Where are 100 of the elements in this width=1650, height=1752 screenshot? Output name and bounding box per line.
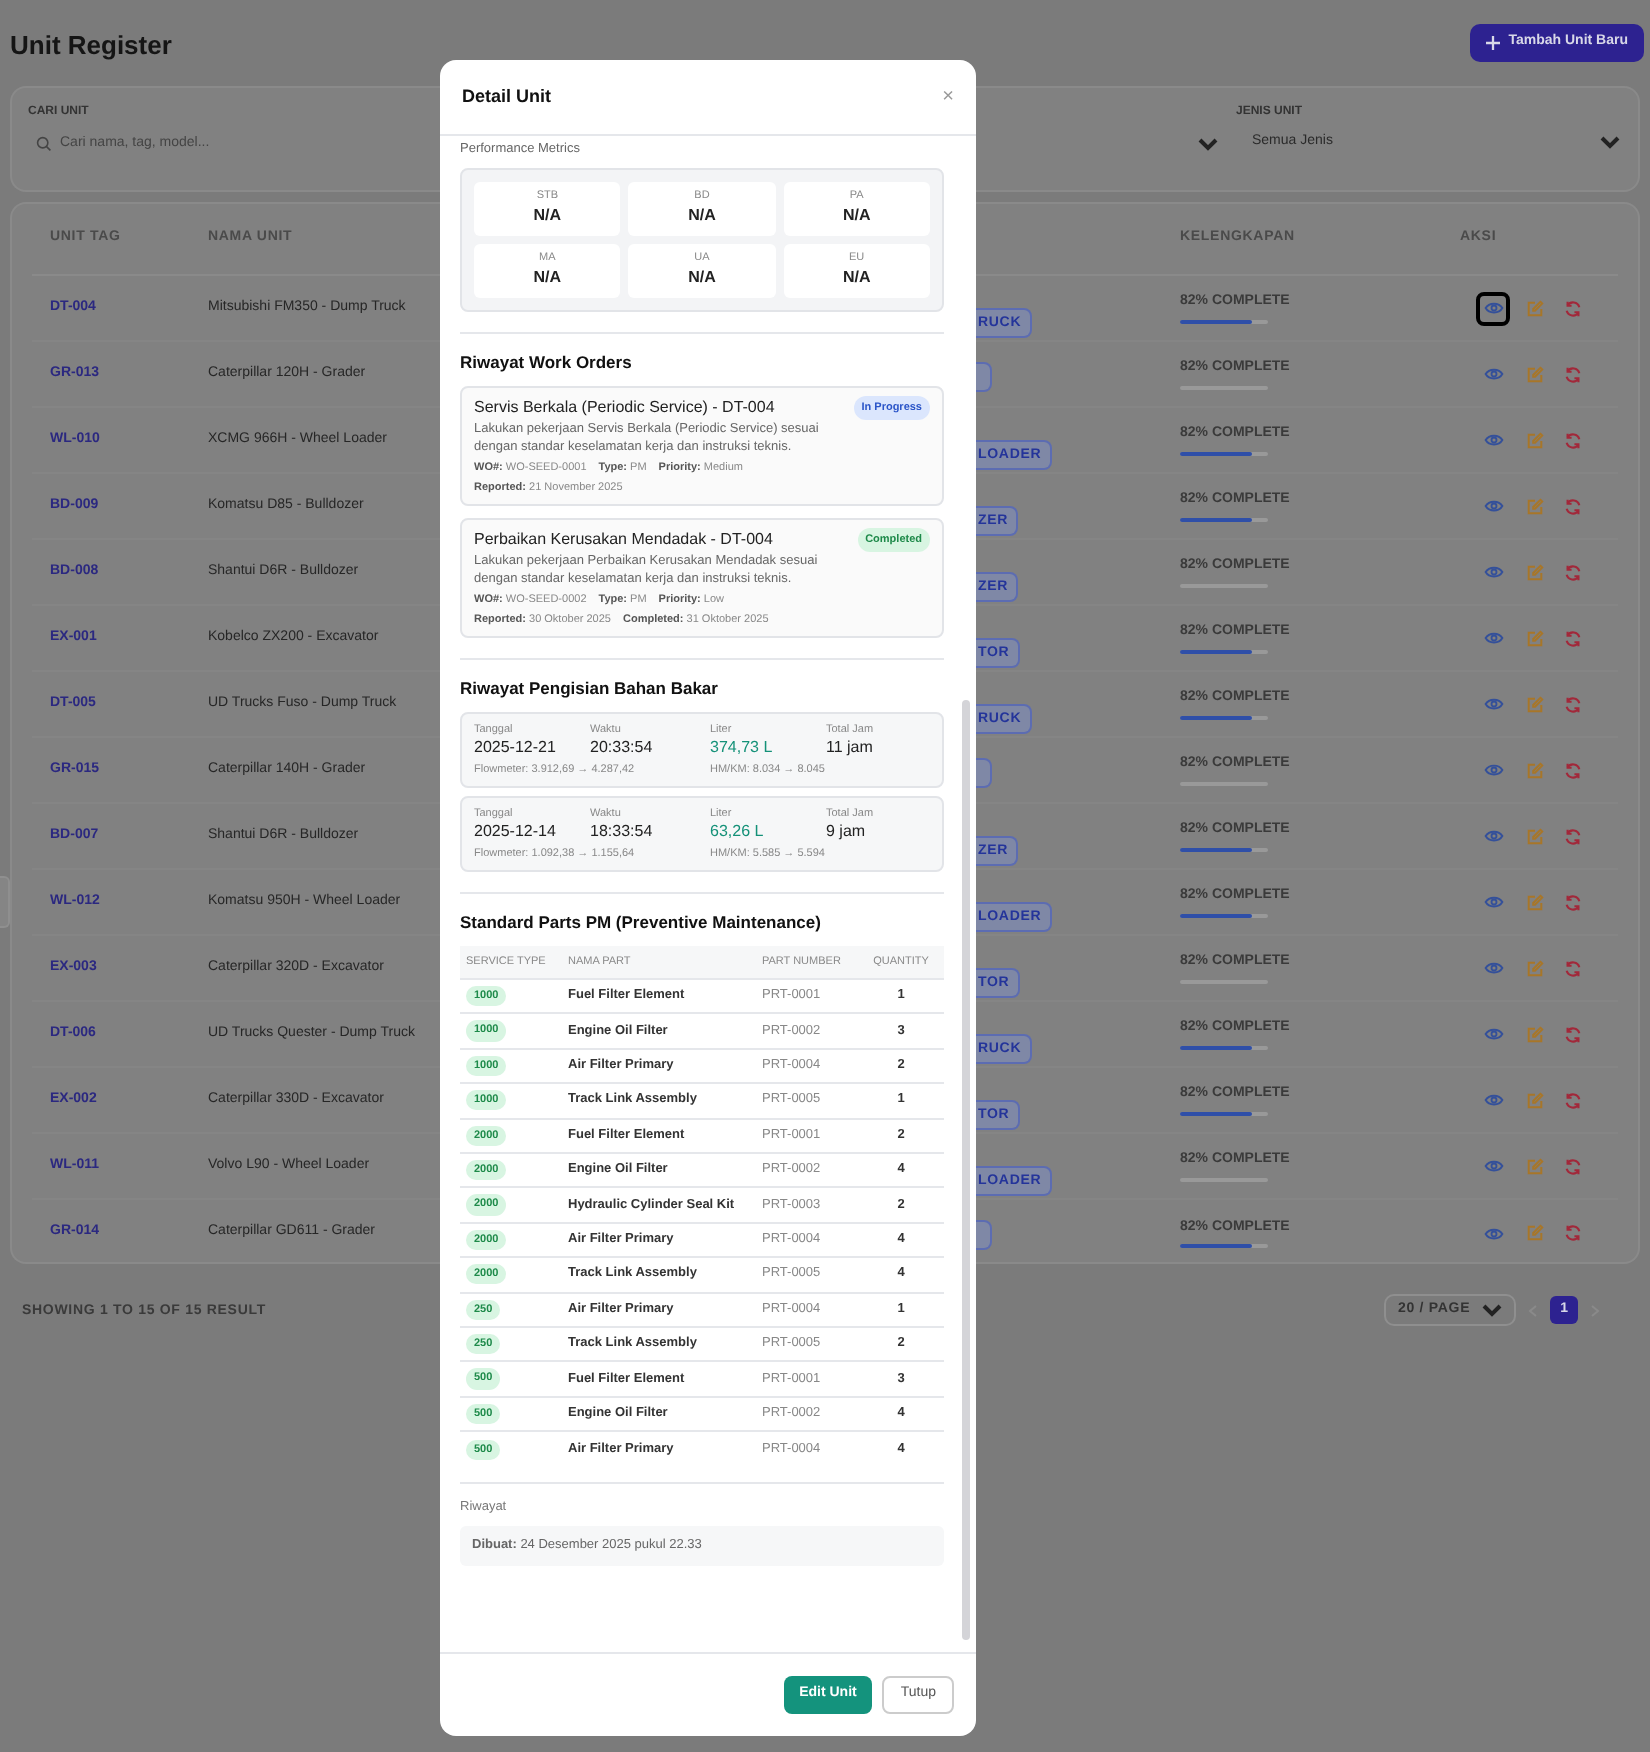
edit-icon	[1526, 1025, 1544, 1043]
sync-icon	[1564, 827, 1582, 845]
edit-icon	[1526, 827, 1544, 845]
eye-icon	[1483, 1158, 1503, 1174]
eye-icon	[1483, 960, 1503, 976]
sync-button[interactable]	[1560, 691, 1586, 717]
field-value: 20:33:54	[590, 738, 655, 758]
chevron-down-icon	[1198, 138, 1218, 152]
edit-icon	[1526, 497, 1544, 515]
sync-button[interactable]	[1560, 1220, 1586, 1246]
edit-button[interactable]	[1522, 625, 1548, 651]
sync-button[interactable]	[1560, 493, 1586, 519]
sync-icon	[1564, 1157, 1582, 1175]
metric-value: N/A	[842, 204, 871, 229]
sync-button[interactable]	[1560, 625, 1586, 651]
chevron-down-icon	[1482, 1303, 1503, 1317]
edit-button[interactable]	[1522, 1087, 1548, 1113]
edit-button[interactable]	[1522, 361, 1548, 387]
sync-icon	[1564, 1025, 1582, 1043]
sync-button[interactable]	[1560, 559, 1586, 585]
type-badge	[976, 757, 992, 787]
edit-button[interactable]	[1522, 889, 1548, 915]
eye-icon	[1483, 366, 1503, 382]
field-value: 2025-12-21	[474, 738, 558, 758]
field-value: 11 jam	[826, 738, 875, 758]
eye-icon	[1483, 1026, 1503, 1042]
type-badge	[976, 361, 992, 391]
field-value: 9 jam	[826, 822, 868, 843]
edit-icon	[1526, 299, 1544, 317]
edit-icon	[1526, 1157, 1544, 1175]
page-title: Unit Register	[10, 28, 172, 64]
eye-icon	[1483, 894, 1503, 910]
eye-icon	[1483, 564, 1503, 580]
sync-button[interactable]	[1560, 889, 1586, 915]
sync-icon	[1564, 563, 1582, 581]
progress-bar	[1180, 847, 1268, 852]
edit-button[interactable]	[1522, 1220, 1548, 1246]
edit-icon	[1526, 695, 1544, 713]
dialog-title: Detail Unit	[462, 83, 552, 110]
sync-icon	[1564, 365, 1582, 383]
view-button[interactable]	[1476, 291, 1510, 325]
edit-icon	[1526, 629, 1544, 647]
edit-icon	[1526, 1091, 1544, 1109]
scrollbar[interactable]	[962, 700, 970, 1640]
field-value: 374,73 L	[710, 738, 775, 758]
close-button[interactable]: ×	[942, 82, 954, 112]
edit-button[interactable]	[1522, 295, 1548, 321]
field-value: 2025-12-14	[474, 822, 558, 843]
eye-icon	[1483, 300, 1503, 316]
sync-icon	[1564, 1224, 1582, 1242]
sync-button[interactable]	[1560, 427, 1586, 453]
edit-button[interactable]	[1522, 1021, 1548, 1047]
edit-icon	[1526, 563, 1544, 581]
sync-icon	[1564, 761, 1582, 779]
eye-icon	[1483, 828, 1503, 844]
sync-icon	[1564, 497, 1582, 515]
sync-icon	[1564, 431, 1582, 449]
edit-button[interactable]	[1522, 691, 1548, 717]
sync-icon	[1564, 695, 1582, 713]
edit-icon	[1526, 365, 1544, 383]
metric-value: N/A	[842, 266, 871, 291]
work-order-title: Servis Berkala (Periodic Service) - DT-004	[474, 395, 775, 419]
edit-button[interactable]	[1522, 559, 1548, 585]
progress-bar	[1180, 319, 1268, 324]
progress-bar	[1180, 517, 1268, 522]
field-value: 18:33:54	[590, 822, 655, 843]
search-icon	[36, 136, 52, 152]
eye-icon	[1483, 630, 1503, 646]
sync-button[interactable]	[1560, 1153, 1586, 1179]
sync-button[interactable]	[1560, 361, 1586, 387]
eye-icon	[1483, 762, 1503, 778]
sync-icon	[1564, 959, 1582, 977]
eye-icon	[1483, 432, 1503, 448]
edit-button[interactable]	[1522, 757, 1548, 783]
eye-icon	[1483, 696, 1503, 712]
metric-value: N/A	[533, 204, 562, 229]
progress-bar	[1180, 1045, 1268, 1050]
eye-icon	[1483, 1225, 1503, 1241]
edit-icon	[1526, 1224, 1544, 1242]
edit-button[interactable]	[1522, 955, 1548, 981]
sync-button[interactable]	[1560, 1021, 1586, 1047]
sync-button[interactable]	[1560, 823, 1586, 849]
sync-button[interactable]	[1560, 757, 1586, 783]
chevron-down-icon	[1600, 136, 1620, 150]
edit-button[interactable]	[1522, 493, 1548, 519]
metric-value: N/A	[688, 204, 716, 229]
sync-button[interactable]	[1560, 1087, 1586, 1113]
sync-icon	[1564, 629, 1582, 647]
edit-button[interactable]	[1522, 823, 1548, 849]
eye-icon	[1483, 498, 1503, 514]
sync-button[interactable]	[1560, 955, 1586, 981]
section-title: Riwayat Pengisian Bahan Bakar	[460, 676, 720, 702]
progress-bar	[1180, 715, 1268, 720]
section-title: Riwayat Work Orders	[460, 349, 634, 375]
edit-button[interactable]	[1522, 427, 1548, 453]
field-value: 63,26 L	[710, 822, 766, 843]
edit-button[interactable]	[1522, 1153, 1548, 1179]
sync-button[interactable]	[1560, 295, 1586, 321]
edit-icon	[1526, 893, 1544, 911]
edit-icon	[1526, 761, 1544, 779]
